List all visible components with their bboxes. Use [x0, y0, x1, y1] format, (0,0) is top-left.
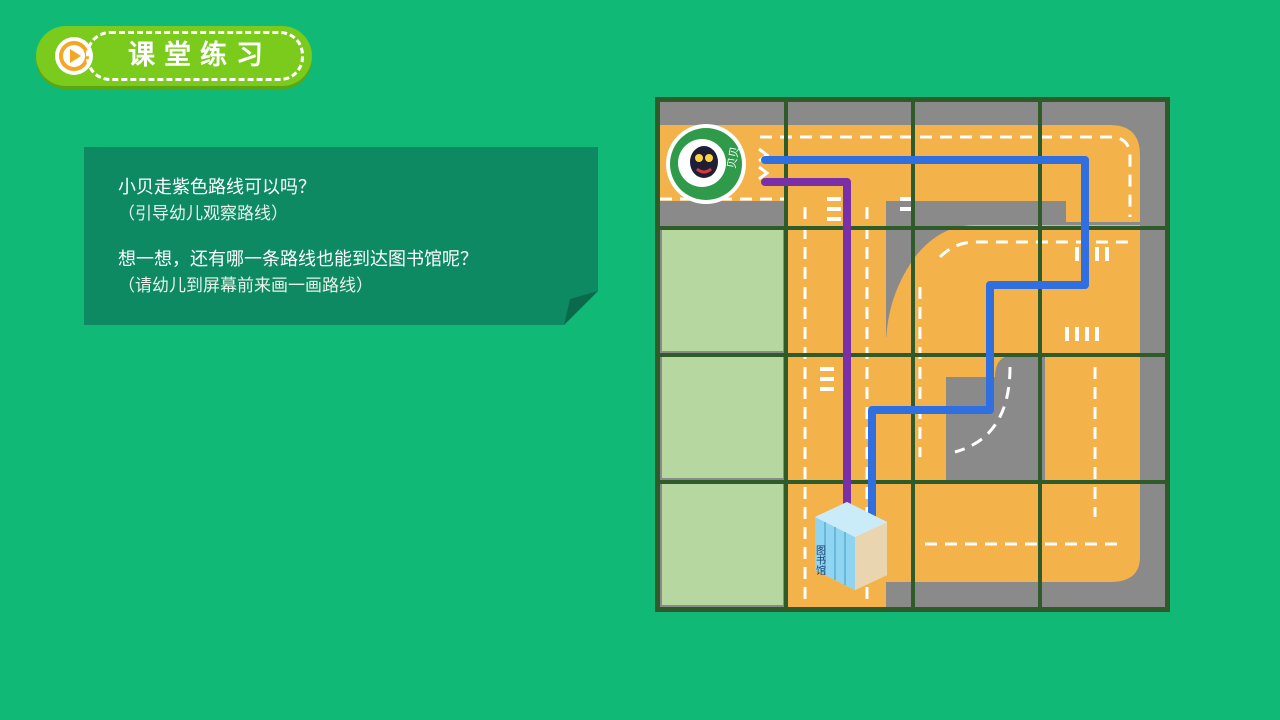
- title-badge: 课堂练习: [36, 26, 312, 86]
- route-map: 贝贝 图书馆: [655, 97, 1170, 612]
- instruction-card: 小贝走紫色路线可以吗？ （引导幼儿观察路线） 想一想，还有哪一条路线也能到达图书…: [84, 147, 598, 325]
- question-1: 小贝走紫色路线可以吗？: [118, 177, 316, 198]
- start-character-icon: 贝贝: [666, 124, 746, 204]
- note-1: （引导幼儿观察路线）: [118, 204, 288, 224]
- question-2: 想一想，还有哪一条路线也能到达图书馆呢？: [118, 249, 478, 270]
- note-2: （请幼儿到屏幕前来画一画路线）: [118, 276, 373, 296]
- page-title: 课堂练习: [128, 40, 272, 71]
- library-label: 图书馆: [814, 545, 826, 576]
